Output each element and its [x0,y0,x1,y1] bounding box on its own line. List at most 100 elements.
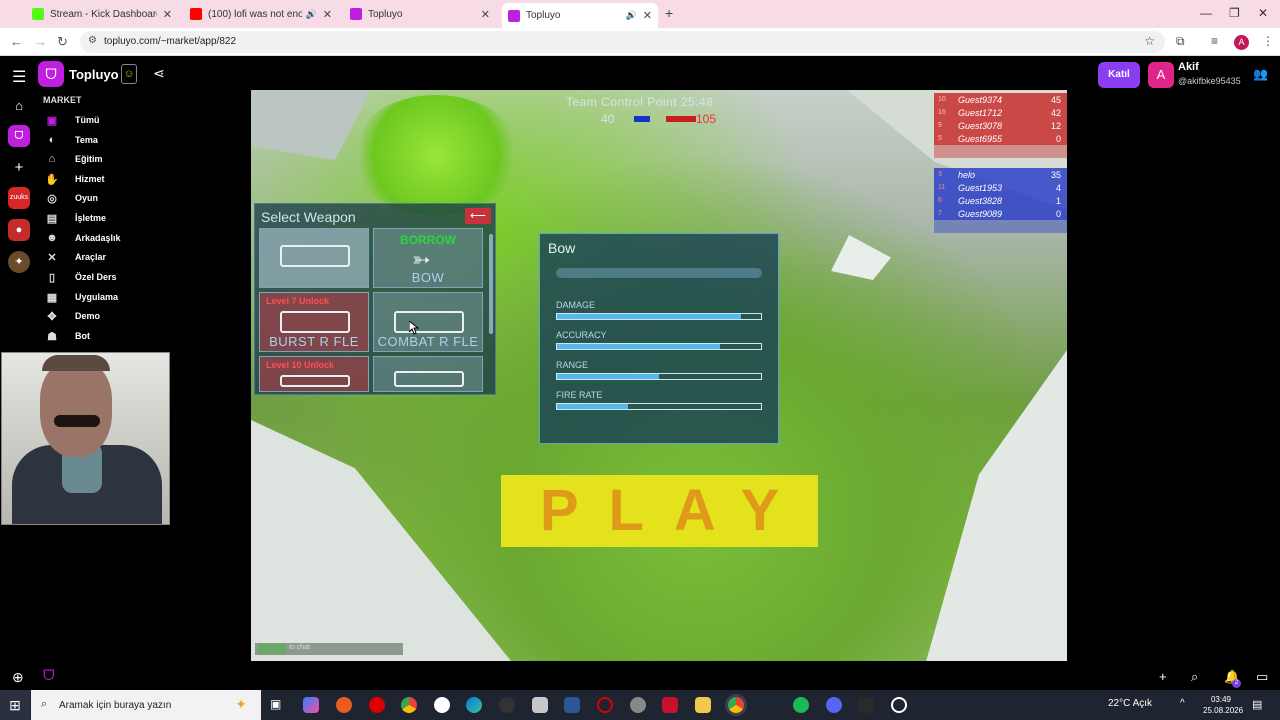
app-icon-g[interactable] [499,697,515,713]
minimize-icon[interactable]: — [1200,6,1212,20]
gamepad-icon: ◎ [47,192,57,205]
bookmark-star-icon[interactable]: ☆ [1144,34,1155,48]
topluyo-logo-icon[interactable]: ᗜ [38,61,64,87]
menu-item-ozel-ders[interactable]: ▯ Özel Ders [43,268,203,286]
opera-icon[interactable] [369,697,385,713]
speaker-icon[interactable]: 🔊 [626,10,637,21]
file-explorer-icon[interactable] [695,697,711,713]
taskbar-search[interactable]: ⌕ Aramak için buraya yazın ✦ [31,690,261,720]
url-text[interactable]: topluyo.com/~market/app/822 [104,36,236,47]
close-window-icon[interactable]: ✕ [1258,6,1268,20]
menu-item-tema[interactable]: ◐ Tema [43,131,203,149]
topluyo-small-logo-icon[interactable]: ᗜ [43,667,55,684]
home-icon[interactable]: ⌂ [8,95,30,117]
amd-icon[interactable] [662,697,678,713]
share-icon[interactable]: ⋖ [153,65,165,82]
new-tab-icon[interactable]: + [665,5,673,21]
task-view-icon[interactable]: ▣ [270,697,286,713]
join-button[interactable]: Katıl [1098,62,1140,88]
edge-icon[interactable] [466,697,482,713]
search-icon[interactable]: ⌕ [1191,669,1198,685]
steam-icon[interactable] [760,697,776,713]
copilot-icon[interactable] [303,697,319,713]
weather-widget[interactable]: 22°C Açık [1108,698,1152,709]
emblem-community-icon[interactable]: ✦ [8,251,30,273]
browser-app-icon[interactable] [336,697,352,713]
spotify-icon[interactable] [793,697,809,713]
back-arrow-icon[interactable]: ⟵ [465,208,491,224]
back-icon[interactable]: ← [10,34,23,49]
menu-item-hizmet[interactable]: ✋ Hizmet [43,170,203,188]
close-tab-icon[interactable]: ✕ [163,8,172,21]
epic-games-icon[interactable] [858,697,874,713]
chat-input[interactable]: to chat [255,643,403,655]
robot-icon[interactable]: ☺ [121,64,137,84]
user-avatar[interactable]: A [1148,62,1174,88]
speaker-icon[interactable]: 🔊 [306,9,317,20]
weapon-slot-heavy[interactable] [373,356,483,392]
browser-menu-icon[interactable]: ⋮ [1262,34,1274,48]
game-viewport[interactable]: Team Control Point 25:48 40 105 10 Guest9… [251,90,1067,661]
weapon-slot-locked[interactable]: Level 10 Unlock [259,356,369,392]
zuuks-community-icon[interactable]: zuuks [8,187,30,209]
close-tab-icon[interactable]: ✕ [323,8,332,21]
user-name[interactable]: Akif [1178,61,1199,73]
tab-kick-dashboard[interactable]: Stream - Kick Dashboard ✕ [26,3,178,25]
scoreboard-row: 3 helo 35 [934,168,1067,181]
rifle-icon [394,311,464,333]
hamburger-menu-icon[interactable]: ☰ [12,67,26,87]
play-button[interactable]: PLAY [501,475,818,547]
settings-app-icon[interactable] [434,697,450,713]
chrome-active-icon[interactable] [728,697,744,713]
extensions-icon[interactable]: ⧉ [1176,34,1185,49]
forward-icon[interactable]: → [34,34,47,49]
restore-icon[interactable]: ❐ [1229,6,1240,20]
close-tab-icon[interactable]: ✕ [481,8,490,21]
weapon-slot-bow[interactable]: BORROW ➳ BOW [373,228,483,288]
close-tab-icon[interactable]: ✕ [643,9,652,22]
weapon-slot-combat-rifle[interactable]: COMBAT R FLE [373,292,483,352]
app-icon-gray[interactable] [532,697,548,713]
add-community-icon[interactable]: + [8,157,30,179]
discord-icon[interactable] [826,697,842,713]
menu-item-bot[interactable]: ☗ Bot [43,327,203,345]
brand-name[interactable]: Topluyo [69,67,119,82]
weapon-slot-burst-rifle[interactable]: Level 7 Unlock BURST R FLE [259,292,369,352]
members-icon[interactable]: 👥 [1253,67,1268,81]
among-us-community-icon[interactable]: ● [8,219,30,241]
opera-gx-icon[interactable] [597,697,613,713]
tab-youtube[interactable]: (100) lofi was not enough s 🔊 ✕ [184,3,338,25]
webcam-person-hair [42,355,110,371]
globe-icon[interactable]: ⊕ [12,669,24,686]
taskbar-clock[interactable]: 03:49 25.08.2026 [1203,694,1243,716]
menu-item-demo[interactable]: ✥ Demo [43,307,203,325]
tab-topluyo-1[interactable]: Topluyo ✕ [344,3,496,25]
notification-center-icon[interactable]: ▤ [1252,698,1262,711]
tray-chevron-icon[interactable]: ^ [1180,698,1185,709]
browser-profile-avatar[interactable]: A [1234,35,1249,50]
app-icon-bird[interactable] [630,697,646,713]
menu-item-tumu[interactable]: ▣ Tümü [43,111,203,129]
market-icon[interactable]: ᗜ [8,125,30,147]
tab-topluyo-active[interactable]: Topluyo 🔊 ✕ [502,3,658,28]
word-icon[interactable] [564,697,580,713]
weapon-list-scrollbar[interactable] [489,234,493,334]
windows-start-icon[interactable]: ⊞ [0,690,30,720]
url-field[interactable]: ⚙ topluyo.com/~market/app/822 ☆ [80,31,1165,53]
media-control-icon[interactable]: ≡ [1211,34,1218,48]
weapon-slot-rifle[interactable] [259,228,369,288]
app-icon-circle[interactable] [891,697,907,713]
menu-item-uygulama[interactable]: ▦ Uygulama [43,288,203,306]
add-icon[interactable]: + [1159,669,1167,684]
menu-item-oyun[interactable]: ◎ Oyun [43,189,203,207]
menu-item-isletme[interactable]: ▤ İşletme [43,209,203,227]
menu-item-egitim[interactable]: ⌂ Eğitim [43,150,203,168]
chat-bubble-icon[interactable]: ▭ [1256,669,1268,685]
menu-item-arkadaslik[interactable]: ☻ Arkadaşlık [43,229,203,247]
chrome-icon[interactable] [401,697,417,713]
site-info-icon[interactable]: ⚙ [88,35,97,46]
menu-item-araclar[interactable]: ✕ Araçlar [43,248,203,266]
search-placeholder[interactable]: Aramak için buraya yazın [59,700,171,711]
rock-shape [831,235,891,280]
reload-icon[interactable]: ↻ [57,34,68,50]
